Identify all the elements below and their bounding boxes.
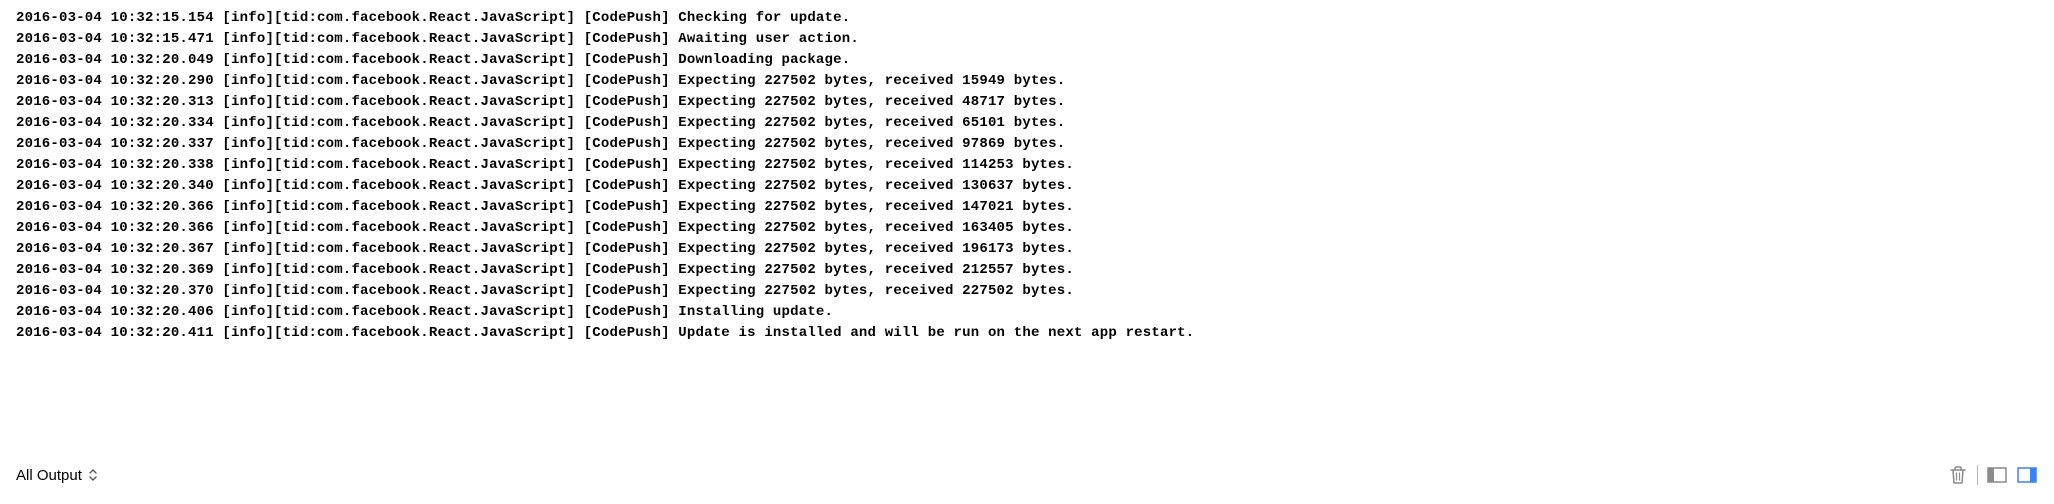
log-line: 2016-03-04 10:32:20.370 [info][tid:com.f… [16,281,2038,302]
log-line: 2016-03-04 10:32:20.411 [info][tid:com.f… [16,323,2038,344]
panel-right-icon [2017,467,2037,483]
trash-icon [1949,465,1967,485]
output-filter-select[interactable]: All Output [16,467,98,484]
toolbar-divider [1977,465,1978,485]
log-line: 2016-03-04 10:32:20.290 [info][tid:com.f… [16,71,2038,92]
toggle-right-panel-button[interactable] [2016,464,2038,486]
updown-chevron-icon [88,468,98,482]
log-line: 2016-03-04 10:32:20.366 [info][tid:com.f… [16,197,2038,218]
log-line: 2016-03-04 10:32:20.367 [info][tid:com.f… [16,239,2038,260]
console-log-output[interactable]: 2016-03-04 10:32:15.154 [info][tid:com.f… [0,0,2054,452]
log-line: 2016-03-04 10:32:20.340 [info][tid:com.f… [16,176,2038,197]
console-right-controls [1947,464,2038,486]
log-line: 2016-03-04 10:32:20.369 [info][tid:com.f… [16,260,2038,281]
log-line: 2016-03-04 10:32:20.313 [info][tid:com.f… [16,92,2038,113]
log-line: 2016-03-04 10:32:20.337 [info][tid:com.f… [16,134,2038,155]
clear-console-button[interactable] [1947,464,1969,486]
toggle-left-panel-button[interactable] [1986,464,2008,486]
log-line: 2016-03-04 10:32:20.338 [info][tid:com.f… [16,155,2038,176]
log-line: 2016-03-04 10:32:20.334 [info][tid:com.f… [16,113,2038,134]
console-toolbar: All Output [0,452,2054,504]
log-line: 2016-03-04 10:32:20.049 [info][tid:com.f… [16,50,2038,71]
log-line: 2016-03-04 10:32:20.366 [info][tid:com.f… [16,218,2038,239]
output-filter-label: All Output [16,467,82,484]
log-line: 2016-03-04 10:32:15.154 [info][tid:com.f… [16,8,2038,29]
log-line: 2016-03-04 10:32:15.471 [info][tid:com.f… [16,29,2038,50]
panel-left-icon [1987,467,2007,483]
log-line: 2016-03-04 10:32:20.406 [info][tid:com.f… [16,302,2038,323]
